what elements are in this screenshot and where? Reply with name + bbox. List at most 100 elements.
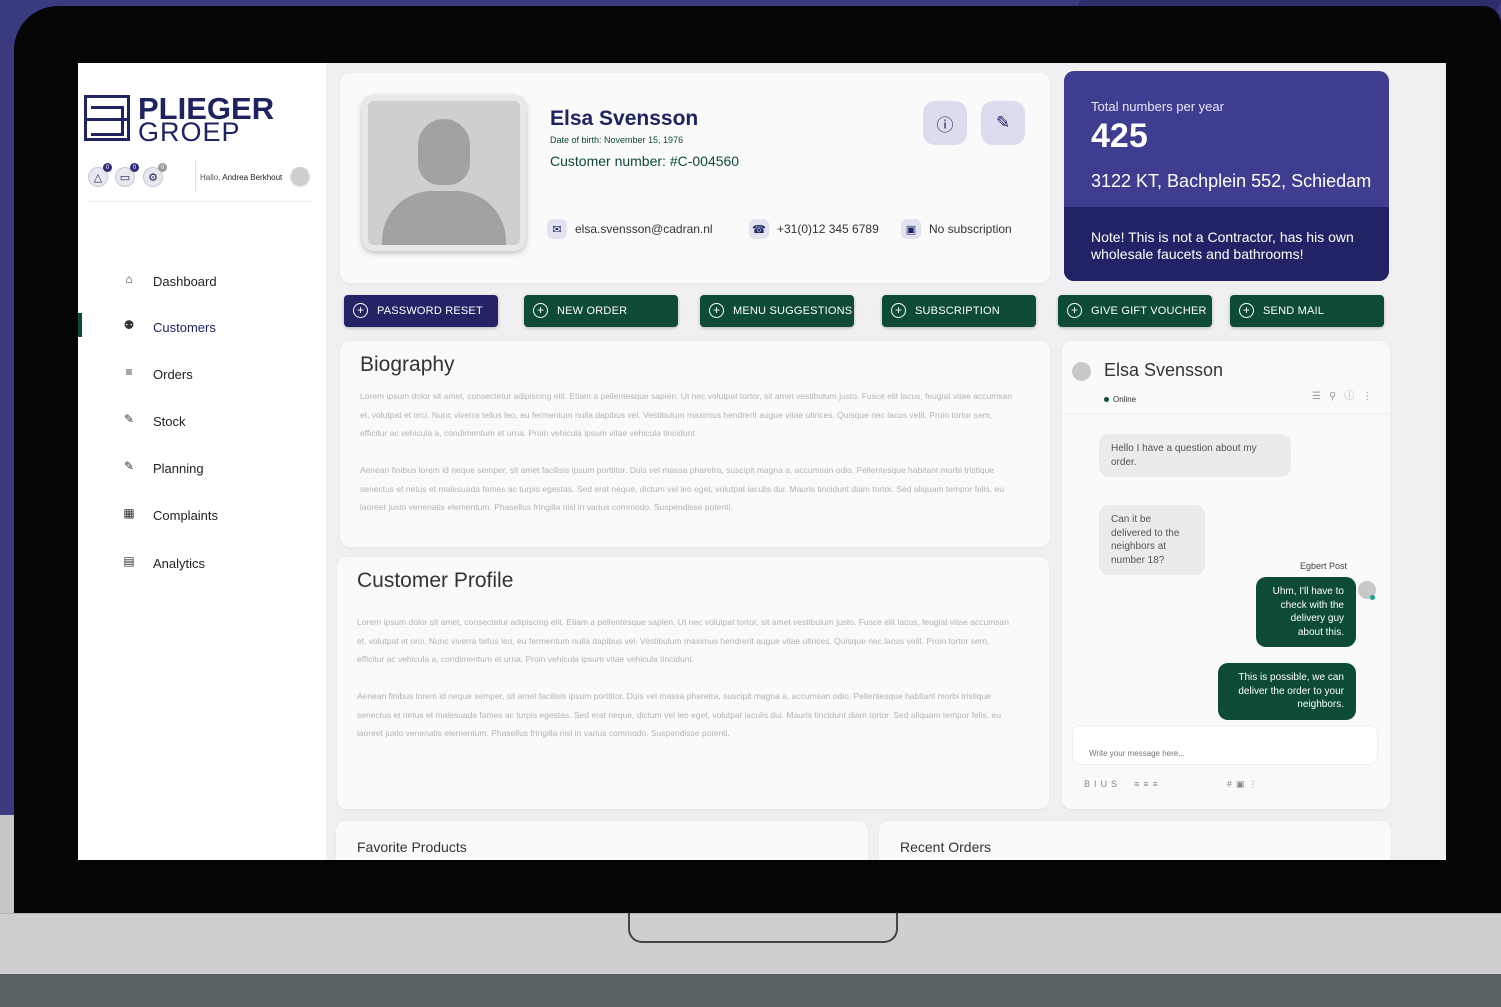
- biography-card: Biography Lorem ipsum dolor sit amet, co…: [340, 341, 1050, 547]
- agent-name: Egbert Post: [1300, 561, 1348, 571]
- sidebar-item-dashboard[interactable]: ⌂ Dashboard: [78, 267, 326, 295]
- customer-number: Customer number: #C-004560: [550, 153, 740, 169]
- logo-text-bottom: GROEP: [138, 117, 241, 147]
- background-bottom: [0, 974, 1501, 1007]
- plus-icon: +: [1067, 303, 1082, 318]
- home-icon: ⌂: [125, 272, 133, 286]
- give-gift-voucher-button[interactable]: + GIVE GIFT VOUCHER: [1058, 295, 1212, 327]
- section-title: Recent Orders: [900, 839, 992, 855]
- contact-subscription[interactable]: ▣ No subscription: [901, 219, 1041, 241]
- phone-text: +31(0)12 345 6789: [777, 222, 879, 236]
- action-bar: + PASSWORD RESET + NEW ORDER + MENU SUGG…: [344, 295, 1388, 329]
- send-mail-button[interactable]: + SEND MAIL: [1230, 295, 1384, 327]
- contact-email[interactable]: ✉ elsa.svensson@cadran.nl: [547, 219, 747, 241]
- sidebar-item-orders[interactable]: ≡ Orders: [78, 360, 326, 388]
- plus-icon: +: [533, 303, 548, 318]
- plus-icon: +: [891, 303, 906, 318]
- chat-panel: Elsa Svensson Online ☰⚲ⓘ⋮ Hello I have a…: [1062, 341, 1390, 809]
- link-icon[interactable]: #: [1227, 779, 1236, 789]
- message-badge: 0: [130, 163, 139, 172]
- contact-phone[interactable]: ☎ +31(0)12 345 6789: [749, 219, 899, 241]
- sidebar-item-stock[interactable]: ✎ Stock: [78, 407, 326, 435]
- totals-value: 425: [1091, 117, 1148, 155]
- logo-mark-icon: [84, 95, 130, 141]
- button-label: GIVE GIFT VOUCHER: [1091, 305, 1207, 317]
- recent-orders-card: Recent Orders: [879, 821, 1391, 860]
- chat-message-outgoing: Uhm, I'll have to check with the deliver…: [1256, 577, 1356, 647]
- chat-message-incoming: Hello I have a question about my order.: [1099, 434, 1291, 477]
- menu-suggestions-button[interactable]: + MENU SUGGESTIONS: [700, 295, 854, 327]
- chat-contact-name: Elsa Svensson: [1104, 360, 1224, 380]
- phone-icon: ☎: [749, 219, 769, 239]
- image-icon[interactable]: ▣: [1236, 779, 1249, 789]
- sidebar-item-complaints[interactable]: ▦ Complaints: [78, 501, 326, 529]
- help-button[interactable]: ⓘ: [923, 101, 967, 145]
- subscription-text: No subscription: [929, 222, 1012, 236]
- chat-message-outgoing: This is possible, we can deliver the ord…: [1218, 663, 1356, 720]
- email-text: elsa.svensson@cadran.nl: [575, 222, 713, 236]
- subscription-button[interactable]: + SUBSCRIPTION: [882, 295, 1036, 327]
- totals-card: Total numbers per year 425 3122 KT, Bach…: [1064, 71, 1389, 281]
- sidebar-item-planning[interactable]: ✎ Planning: [78, 454, 326, 482]
- gear-icon[interactable]: ⚙ 0: [143, 163, 167, 187]
- underline-icon[interactable]: U: [1101, 779, 1112, 789]
- section-title: Favorite Products: [357, 839, 467, 855]
- plus-icon: +: [353, 303, 368, 318]
- settings-badge: 0: [158, 163, 167, 172]
- divider: [195, 161, 196, 191]
- status-badge: Online: [1104, 395, 1136, 404]
- greeting: Hallo, Andrea Berkhout: [200, 173, 282, 182]
- sidebar-item-label: Orders: [153, 367, 193, 382]
- sidebar-item-customers[interactable]: ⚉ Customers: [78, 313, 326, 341]
- bar-chart-icon: ▤: [123, 554, 135, 568]
- pencil-icon: ✎: [123, 412, 135, 426]
- bold-icon[interactable]: B: [1084, 779, 1094, 789]
- info-icon[interactable]: ⓘ: [1344, 391, 1362, 402]
- sidebar-item-analytics[interactable]: ▤ Analytics: [78, 549, 326, 577]
- message-input[interactable]: [1072, 725, 1378, 765]
- sidebar-item-label: Complaints: [153, 508, 219, 523]
- button-label: PASSWORD RESET: [377, 305, 483, 317]
- note-text: Note! This is not a Contractor, has his …: [1091, 229, 1354, 262]
- align-right-icon[interactable]: ≡: [1153, 779, 1162, 789]
- list-icon: ≡: [125, 365, 133, 379]
- divider: [1062, 413, 1390, 414]
- new-order-button[interactable]: + NEW ORDER: [524, 295, 678, 327]
- button-label: NEW ORDER: [557, 305, 628, 317]
- silhouette-head: [418, 119, 470, 185]
- avatar[interactable]: [291, 167, 309, 185]
- align-center-icon[interactable]: ≡: [1143, 779, 1152, 789]
- attachment-icon[interactable]: ☰: [1312, 391, 1329, 402]
- customer-address: 3122 KT, Bachplein 552, Schiedam: [1091, 171, 1372, 191]
- sidebar-item-label: Stock: [153, 414, 186, 429]
- totals-label: Total numbers per year: [1091, 99, 1224, 114]
- edit-button[interactable]: ✎: [981, 101, 1025, 145]
- sidebar-item-label: Customers: [153, 320, 216, 335]
- edit-icon: ✎: [123, 459, 135, 473]
- profile-paragraph: Lorem ipsum dolor sit amet, consectetur …: [357, 617, 1009, 664]
- mail-icon: ✉: [547, 219, 567, 239]
- section-title: Customer Profile: [357, 569, 514, 592]
- online-indicator: [1370, 595, 1375, 600]
- button-label: SUBSCRIPTION: [915, 305, 1000, 317]
- customer-dob: Date of birth: November 15, 1976: [550, 135, 684, 145]
- plus-icon: +: [709, 303, 724, 318]
- search-icon[interactable]: ⚲: [1329, 391, 1344, 402]
- note-banner: Note! This is not a Contractor, has his …: [1064, 207, 1389, 281]
- strike-icon[interactable]: S: [1111, 779, 1121, 789]
- customer-photo[interactable]: [362, 95, 526, 251]
- password-reset-button[interactable]: + PASSWORD RESET: [344, 295, 498, 327]
- box-icon: ▣: [901, 219, 921, 239]
- align-left-icon[interactable]: ≡: [1134, 779, 1143, 789]
- sidebar: PLIEGER GROEP △ 0 ▭ 0 ⚙ 0 Hallo, Andrea Ber…: [78, 63, 326, 860]
- sidebar-item-label: Analytics: [153, 556, 206, 571]
- chat-icon[interactable]: ▭ 0: [115, 163, 139, 187]
- chat-message-incoming: Can it be delivered to the neighbors at …: [1099, 505, 1205, 575]
- more-icon[interactable]: ⋮: [1362, 391, 1380, 402]
- silhouette-body: [382, 191, 506, 245]
- bell-icon[interactable]: △ 0: [88, 163, 112, 187]
- company-logo[interactable]: PLIEGER GROEP: [84, 91, 296, 147]
- profile-paragraph: Aenean finibus lorem id neque semper, si…: [357, 691, 1001, 738]
- plus-icon: +: [1239, 303, 1254, 318]
- more-icon[interactable]: ⋮: [1248, 779, 1261, 789]
